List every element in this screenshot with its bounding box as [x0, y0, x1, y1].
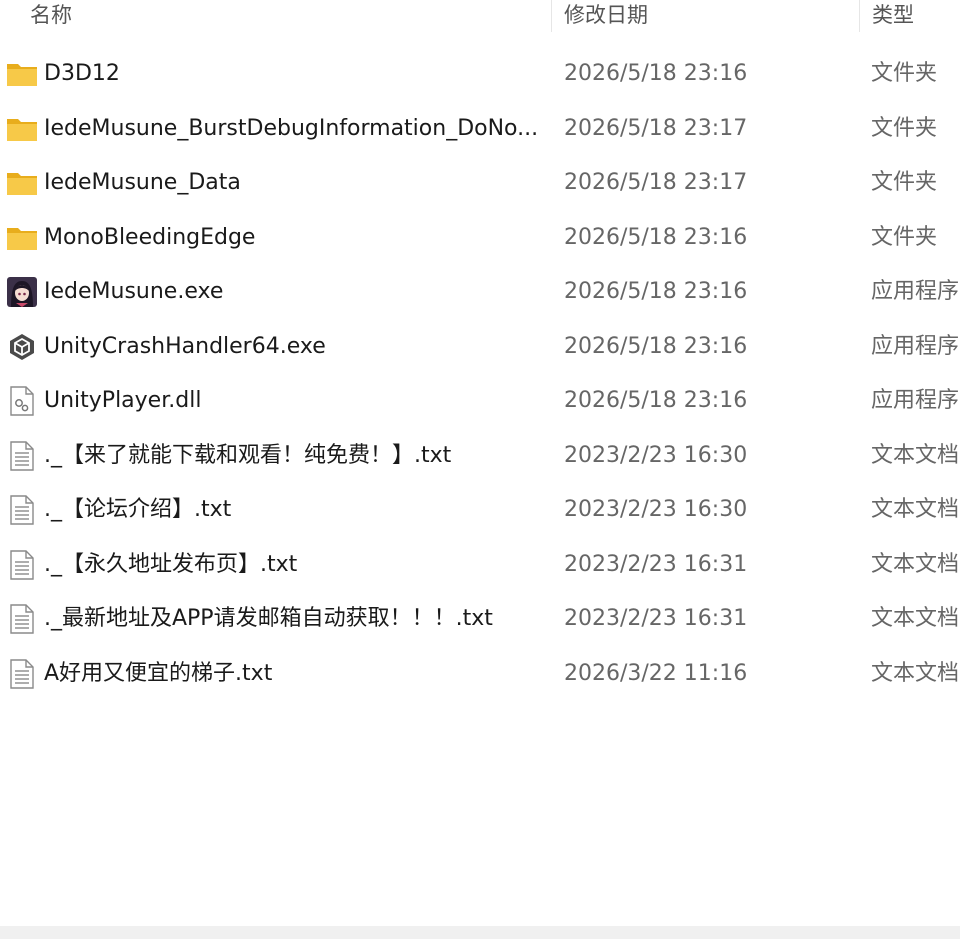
app-character-icon — [6, 276, 38, 308]
file-type: 文件夹 — [871, 61, 938, 86]
file-row[interactable]: A好用又便宜的梯子.txt 2026/3/22 11:16 文本文档 — [0, 647, 960, 702]
unity-icon — [6, 331, 38, 363]
column-header-type[interactable]: 类型 — [860, 0, 960, 32]
file-date: 2026/5/18 23:16 — [564, 388, 748, 413]
file-date: 2023/2/23 16:31 — [564, 551, 748, 577]
file-type: 文本文档 — [871, 497, 960, 522]
column-header: 名称 修改日期 类型 — [0, 0, 960, 40]
file-name: IedeMusune_BurstDebugInformation_DoNo... — [44, 115, 539, 141]
file-row[interactable]: IedeMusune_Data 2026/5/18 23:17 文件夹 — [0, 156, 960, 211]
file-type: 文件夹 — [871, 170, 938, 195]
file-type: 应用程序 — [871, 333, 960, 359]
file-date: 2026/5/18 23:16 — [564, 61, 748, 86]
file-date: 2026/5/18 23:16 — [564, 224, 748, 250]
file-date: 2023/2/23 16:30 — [564, 497, 748, 522]
file-row[interactable]: UnityCrashHandler64.exe 2026/5/18 23:16 … — [0, 320, 960, 375]
file-name: UnityCrashHandler64.exe — [44, 333, 326, 359]
file-row[interactable]: IedeMusune.exe 2026/5/18 23:16 应用程序 — [0, 265, 960, 320]
file-name: D3D12 — [44, 61, 120, 86]
file-name: IedeMusune_Data — [44, 170, 241, 195]
text-file-icon — [6, 658, 38, 690]
file-list: D3D12 2026/5/18 23:16 文件夹 IedeMusune_Bur… — [0, 47, 960, 701]
file-name: IedeMusune.exe — [44, 279, 224, 304]
horizontal-scrollbar[interactable] — [0, 926, 960, 939]
file-date: 2026/5/18 23:17 — [564, 115, 748, 141]
file-date: 2026/5/18 23:16 — [564, 279, 748, 304]
file-row[interactable]: MonoBleedingEdge 2026/5/18 23:16 文件夹 — [0, 211, 960, 266]
file-date: 2023/2/23 16:30 — [564, 442, 748, 468]
folder-icon — [6, 113, 38, 145]
file-row[interactable]: ._【来了就能下载和观看！纯免费！】.txt 2023/2/23 16:30 文… — [0, 429, 960, 484]
file-row[interactable]: UnityPlayer.dll 2026/5/18 23:16 应用程序 — [0, 374, 960, 429]
folder-icon — [6, 222, 38, 254]
file-name: ._【论坛介绍】.txt — [44, 497, 232, 522]
file-type: 文件夹 — [871, 224, 938, 250]
file-name: MonoBleedingEdge — [44, 224, 256, 250]
file-type: 文本文档 — [871, 660, 960, 686]
file-date: 2023/2/23 16:31 — [564, 606, 748, 631]
file-date: 2026/3/22 11:16 — [564, 660, 748, 686]
file-date: 2026/5/18 23:17 — [564, 170, 748, 195]
file-name: ._最新地址及APP请发邮箱自动获取！！！.txt — [44, 606, 493, 631]
text-file-icon — [6, 494, 38, 526]
file-type: 应用程序 — [871, 388, 960, 413]
column-header-date-modified[interactable]: 修改日期 — [552, 0, 860, 32]
file-name: ._【来了就能下载和观看！纯免费！】.txt — [44, 442, 452, 468]
file-name: UnityPlayer.dll — [44, 388, 202, 413]
file-row[interactable]: ._【永久地址发布页】.txt 2023/2/23 16:31 文本文档 — [0, 538, 960, 593]
file-type: 文本文档 — [871, 551, 960, 577]
file-type: 应用程序 — [871, 279, 960, 304]
text-file-icon — [6, 440, 38, 472]
file-row[interactable]: IedeMusune_BurstDebugInformation_DoNo...… — [0, 102, 960, 157]
text-file-icon — [6, 549, 38, 581]
file-type: 文本文档 — [871, 442, 960, 468]
file-row[interactable]: ._最新地址及APP请发邮箱自动获取！！！.txt 2023/2/23 16:3… — [0, 592, 960, 647]
file-type: 文本文档 — [871, 606, 960, 631]
folder-icon — [6, 58, 38, 90]
file-type: 文件夹 — [871, 115, 938, 141]
dll-file-icon — [6, 385, 38, 417]
file-row[interactable]: D3D12 2026/5/18 23:16 文件夹 — [0, 47, 960, 102]
text-file-icon — [6, 603, 38, 635]
folder-icon — [6, 167, 38, 199]
file-name: A好用又便宜的梯子.txt — [44, 660, 273, 686]
file-row[interactable]: ._【论坛介绍】.txt 2023/2/23 16:30 文本文档 — [0, 483, 960, 538]
file-name: ._【永久地址发布页】.txt — [44, 551, 298, 577]
file-date: 2026/5/18 23:16 — [564, 333, 748, 359]
column-header-name[interactable]: 名称 — [0, 0, 552, 32]
